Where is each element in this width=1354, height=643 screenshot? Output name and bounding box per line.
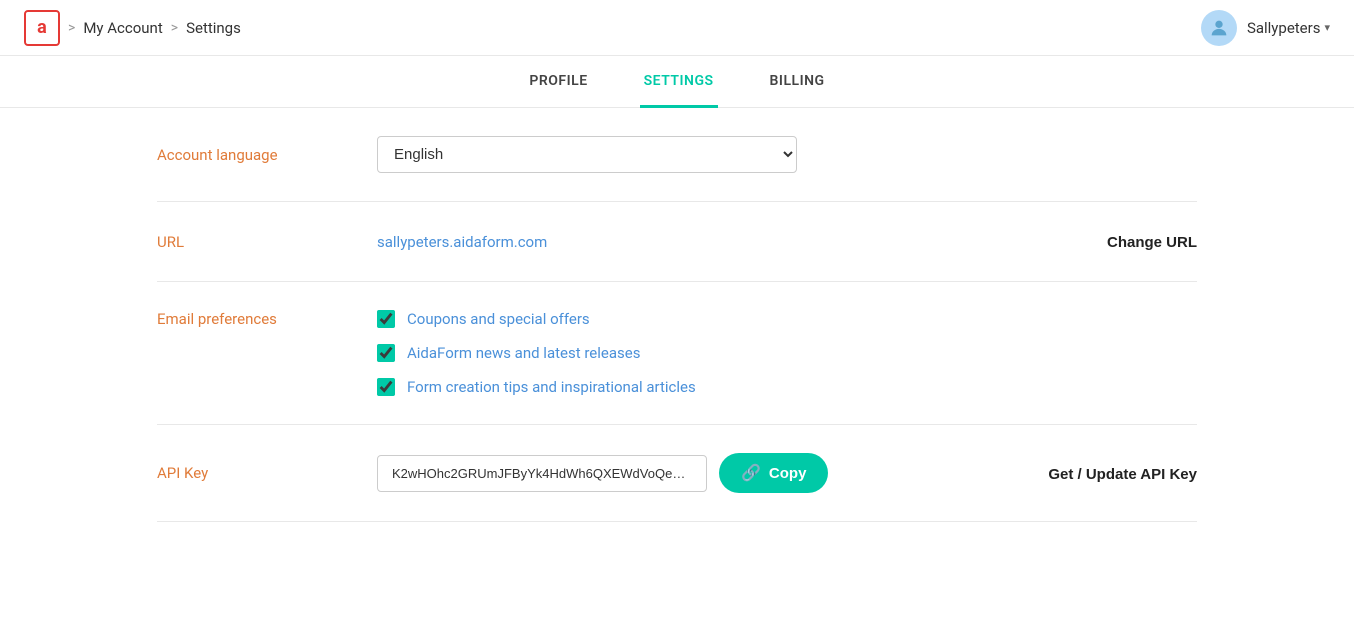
change-url-button[interactable]: Change URL	[1107, 234, 1197, 251]
tabs-nav: PROFILE SETTINGS BILLING	[0, 56, 1354, 108]
header-left: a > My Account > Settings	[24, 10, 241, 46]
header: a > My Account > Settings Sallypeters ▾	[0, 0, 1354, 56]
email-prefs-control: Coupons and special offers AidaForm news…	[377, 310, 1197, 396]
pref-label-tips: Form creation tips and inspirational art…	[407, 378, 696, 396]
api-row-controls: 🔗 Copy	[377, 453, 828, 493]
pref-checkbox-coupons[interactable]	[377, 310, 395, 328]
url-label: URL	[157, 233, 377, 251]
tab-billing[interactable]: BILLING	[766, 57, 829, 108]
language-control: English Spanish French German Portuguese	[377, 136, 1197, 173]
main-content: Account language English Spanish French …	[77, 108, 1277, 522]
header-right: Sallypeters ▾	[1201, 10, 1330, 46]
email-prefs-label: Email preferences	[157, 310, 377, 328]
pref-item-news: AidaForm news and latest releases	[377, 344, 696, 362]
pref-label-news: AidaForm news and latest releases	[407, 344, 640, 362]
url-action: Change URL	[1107, 232, 1197, 251]
breadcrumb-my-account[interactable]: My Account	[83, 19, 162, 37]
url-row: URL sallypeters.aidaform.com Change URL	[157, 202, 1197, 282]
get-update-api-key-button[interactable]: Get / Update API Key	[1048, 466, 1197, 483]
tab-settings[interactable]: SETTINGS	[640, 57, 718, 108]
url-value[interactable]: sallypeters.aidaform.com	[377, 233, 547, 251]
copy-label: Copy	[769, 465, 807, 482]
email-prefs-list: Coupons and special offers AidaForm news…	[377, 310, 696, 396]
breadcrumb-sep-2: >	[171, 20, 178, 36]
user-name-text: Sallypeters	[1247, 19, 1321, 37]
breadcrumb-current: Settings	[186, 19, 241, 37]
language-row: Account language English Spanish French …	[157, 108, 1197, 202]
email-prefs-row: Email preferences Coupons and special of…	[157, 282, 1197, 425]
api-key-row: API Key 🔗 Copy Get / Update API Key	[157, 425, 1197, 522]
pref-item-tips: Form creation tips and inspirational art…	[377, 378, 696, 396]
language-select[interactable]: English Spanish French German Portuguese	[377, 136, 797, 173]
avatar	[1201, 10, 1237, 46]
copy-button[interactable]: 🔗 Copy	[719, 453, 828, 493]
chevron-down-icon: ▾	[1324, 21, 1330, 34]
user-menu[interactable]: Sallypeters ▾	[1247, 19, 1330, 37]
tab-profile[interactable]: PROFILE	[525, 57, 591, 108]
api-key-label: API Key	[157, 464, 377, 482]
pref-item-coupons: Coupons and special offers	[377, 310, 696, 328]
api-key-control: 🔗 Copy	[377, 453, 1016, 493]
url-control: sallypeters.aidaform.com	[377, 233, 1107, 251]
language-label: Account language	[157, 146, 377, 164]
pref-checkbox-tips[interactable]	[377, 378, 395, 396]
link-icon: 🔗	[741, 463, 761, 483]
api-key-action: Get / Update API Key	[1016, 464, 1197, 483]
app-logo[interactable]: a	[24, 10, 60, 46]
pref-label-coupons: Coupons and special offers	[407, 310, 590, 328]
api-key-input[interactable]	[377, 455, 707, 492]
pref-checkbox-news[interactable]	[377, 344, 395, 362]
breadcrumb-sep-1: >	[68, 20, 75, 36]
